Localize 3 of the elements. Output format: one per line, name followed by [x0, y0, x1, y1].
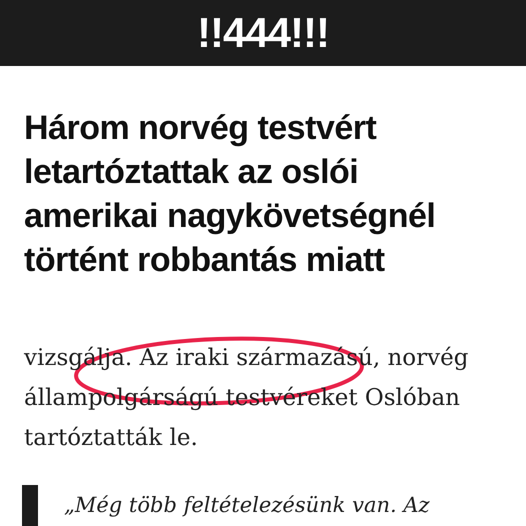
article-headline: Három norvég testvért letartóztattak az oslói amerikai nagykövetségnél történt robbantás miatt [24, 108, 436, 281]
site-logo[interactable]: !!444!!! [196, 12, 329, 54]
quote-text: „Még több feltételezésünk van. Az [64, 492, 430, 519]
